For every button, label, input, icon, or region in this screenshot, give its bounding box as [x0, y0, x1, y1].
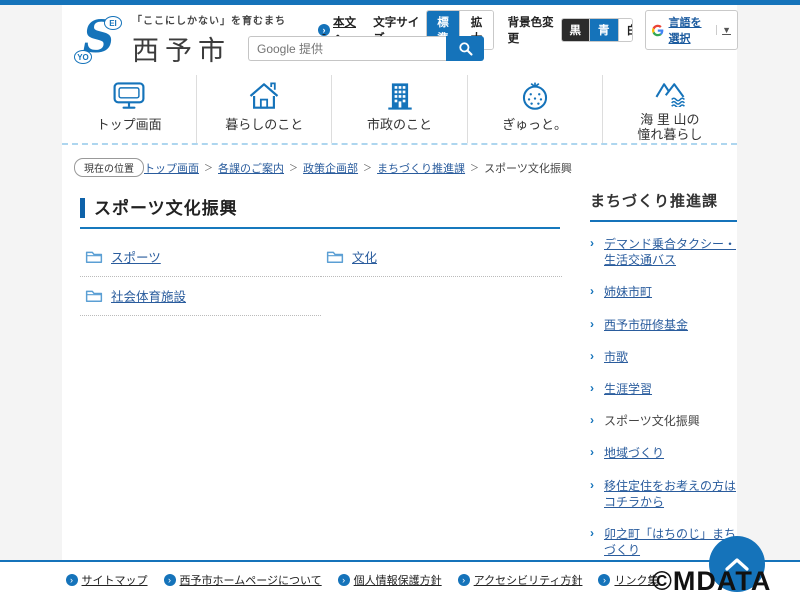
- category-links: スポーツ 文化 社会体育施設: [80, 238, 562, 316]
- google-translate-widget[interactable]: 言語を選択 ▼: [645, 10, 738, 50]
- bg-color-label: 背景色変更: [508, 14, 556, 46]
- footer-link-links[interactable]: ›リンク集: [598, 572, 658, 588]
- chevron-right-icon: ›: [590, 525, 594, 541]
- sidebar-item-training-fund[interactable]: ›西予市研修基金: [590, 309, 737, 341]
- main-nav: トップ画面 暮らしのこと: [62, 75, 737, 145]
- breadcrumb-item-machizukuri[interactable]: まちづくり推進課: [377, 160, 465, 176]
- monitor-icon: [111, 80, 147, 112]
- list-item-culture[interactable]: 文化: [321, 238, 562, 277]
- seiyo-logo-icon: S EI YO: [74, 14, 124, 66]
- title-accent-bar: [80, 198, 85, 218]
- footer-link-privacy[interactable]: ›個人情報保護方針: [338, 572, 442, 588]
- footer-links: ›サイトマップ ›西予市ホームページについて ›個人情報保護方針 ›アクセシビリ…: [62, 572, 662, 588]
- bg-blue-button[interactable]: 青: [589, 19, 618, 41]
- breadcrumb: 現在の位置 トップ画面 ＞ 各課のご案内 ＞ 政策企画部 ＞ まちづくり推進課 …: [74, 158, 734, 177]
- site-tagline: 「ここにしかない」を育むまち: [132, 12, 286, 27]
- sidebar-item-community-building[interactable]: ›地域づくり: [590, 437, 737, 469]
- nav-item-living[interactable]: 暮らしのこと: [196, 75, 331, 143]
- footer-link-accessibility[interactable]: ›アクセシビリティ方針: [458, 572, 583, 588]
- chevron-down-icon: ▼: [716, 25, 731, 35]
- sidebar-list: ›デマンド乗合タクシー・生活交通バス ›姉妹市町 ›西予市研修基金 ›市歌 ›生…: [590, 228, 737, 566]
- folder-icon: [85, 249, 103, 264]
- breadcrumb-item-policy[interactable]: 政策企画部: [303, 160, 358, 176]
- chevron-right-icon: ›: [590, 380, 594, 396]
- arrow-circle-icon: ›: [164, 574, 176, 586]
- arrow-circle-icon: ›: [458, 574, 470, 586]
- list-item-sports[interactable]: スポーツ: [80, 238, 321, 277]
- mountain-sea-icon: [650, 80, 690, 107]
- bg-black-button[interactable]: 黒: [562, 19, 590, 41]
- site-search: [248, 36, 484, 61]
- breadcrumb-item-current: スポーツ文化振興: [484, 160, 572, 176]
- chevron-right-icon: ›: [590, 316, 594, 332]
- chevron-right-icon: ›: [590, 283, 594, 299]
- house-icon: [246, 80, 282, 112]
- sidebar: まちづくり推進課 ›デマンド乗合タクシー・生活交通バス ›姉妹市町 ›西予市研修…: [590, 190, 737, 566]
- list-item-facilities[interactable]: 社会体育施設: [80, 277, 321, 316]
- footer-link-about[interactable]: ›西予市ホームページについて: [164, 572, 322, 588]
- nav-item-sea-village-mountain[interactable]: 海 里 山の憧れ暮らし: [602, 75, 737, 143]
- chevron-right-icon: ›: [590, 412, 594, 428]
- sidebar-item-sports-culture-current: ›スポーツ文化振興: [590, 405, 737, 437]
- breadcrumb-item-home[interactable]: トップ画面: [144, 160, 199, 176]
- breadcrumb-item-departments[interactable]: 各課のご案内: [218, 160, 284, 176]
- search-input[interactable]: [248, 36, 446, 61]
- folder-icon: [85, 288, 103, 303]
- footer-link-sitemap[interactable]: ›サイトマップ: [66, 572, 148, 588]
- arrow-circle-icon: ›: [66, 574, 78, 586]
- chevron-right-icon: ›: [590, 348, 594, 364]
- arrow-circle-icon: ›: [338, 574, 350, 586]
- nav-item-gyutto[interactable]: ぎゅっと。: [467, 75, 602, 143]
- sidebar-item-city-song[interactable]: ›市歌: [590, 341, 737, 373]
- page-title: スポーツ文化振興: [94, 199, 238, 218]
- sidebar-item-sister-cities[interactable]: ›姉妹市町: [590, 276, 737, 308]
- page-title-block: スポーツ文化振興: [80, 194, 560, 229]
- search-icon: [458, 41, 473, 56]
- sidebar-item-lifelong-learning[interactable]: ›生涯学習: [590, 373, 737, 405]
- sidebar-title: まちづくり推進課: [590, 190, 737, 222]
- folder-icon: [326, 249, 344, 264]
- page: S EI YO 「ここにしかない」を育むまち 西予市 › 本文へ 文字サイズ 標…: [0, 0, 800, 600]
- chevron-right-icon: ›: [590, 444, 594, 460]
- chevron-right-icon: ›: [590, 477, 594, 493]
- bg-white-button[interactable]: 白: [618, 19, 633, 41]
- current-location-badge: 現在の位置: [74, 158, 144, 177]
- google-g-icon: [652, 23, 664, 38]
- arrow-circle-icon: ›: [318, 24, 330, 36]
- building-icon: [382, 80, 418, 112]
- watermark: ©MDATA: [652, 566, 771, 597]
- sidebar-item-relocation[interactable]: ›移住定住をお考えの方はコチラから: [590, 470, 737, 518]
- footer-divider: [0, 560, 800, 562]
- orange-icon: [518, 80, 552, 112]
- translate-label: 言語を選択: [669, 14, 712, 46]
- arrow-circle-icon: ›: [598, 574, 610, 586]
- nav-item-top[interactable]: トップ画面: [62, 75, 196, 143]
- sidebar-item-demand-taxi[interactable]: ›デマンド乗合タクシー・生活交通バス: [590, 228, 737, 276]
- chevron-right-icon: ›: [590, 235, 594, 251]
- nav-item-government[interactable]: 市政のこと: [331, 75, 466, 143]
- search-button[interactable]: [446, 36, 484, 61]
